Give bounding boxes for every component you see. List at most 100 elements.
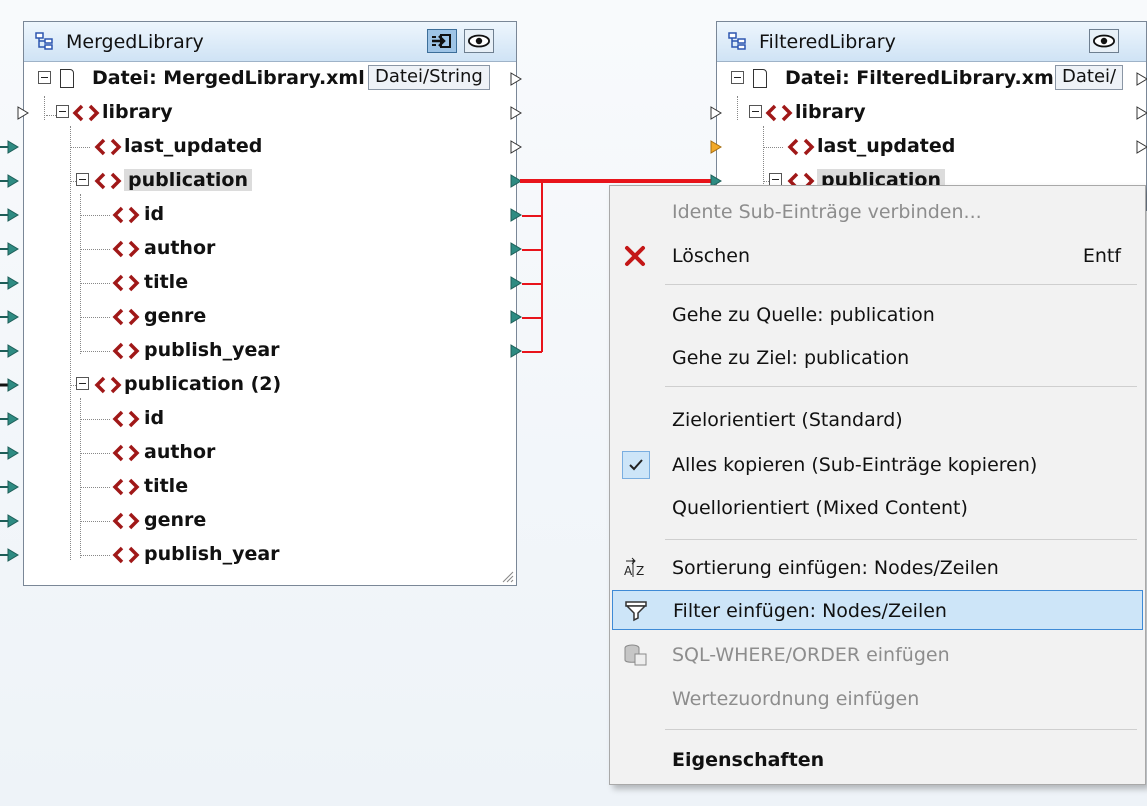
input-port-empty[interactable]	[17, 106, 29, 120]
menu-item-source-driven[interactable]: Quellorientiert (Mixed Content)	[612, 488, 1143, 528]
input-port[interactable]	[0, 412, 20, 426]
svg-text:Z: Z	[636, 564, 644, 578]
tree-line	[80, 283, 110, 284]
tree-line	[70, 147, 90, 148]
input-port[interactable]	[0, 242, 20, 256]
menu-separator	[665, 386, 1137, 387]
tree-node-id-2[interactable]: id	[24, 402, 516, 436]
tree-node-publish-year[interactable]: publish_year	[24, 334, 516, 368]
input-port[interactable]	[0, 446, 20, 460]
output-port-empty[interactable]	[1136, 72, 1147, 86]
input-port[interactable]	[0, 174, 20, 188]
input-port[interactable]	[0, 480, 20, 494]
tree-node-genre-2[interactable]: genre	[24, 504, 516, 538]
input-port-warning[interactable]	[710, 140, 722, 154]
node-label: library	[795, 101, 866, 123]
element-tag-icon	[72, 104, 100, 122]
tree-node-genre[interactable]: genre	[24, 300, 516, 334]
collapse-icon[interactable]	[76, 377, 89, 390]
tree-node-publication-2[interactable]: publication (2)	[24, 368, 516, 402]
input-processing-button[interactable]	[427, 29, 457, 53]
file-string-button[interactable]: Datei/String	[368, 65, 490, 90]
element-tag-icon	[94, 138, 122, 156]
input-port[interactable]	[0, 310, 20, 324]
file-string-button[interactable]: Datei/	[1055, 65, 1124, 90]
input-port[interactable]	[0, 208, 20, 222]
connection-context-menu[interactable]: Idente Sub-Einträge verbinden... Löschen…	[609, 185, 1146, 785]
input-port[interactable]	[0, 548, 20, 562]
collapse-icon[interactable]	[749, 105, 762, 118]
menu-item-properties[interactable]: Eigenschaften	[612, 740, 1143, 780]
preview-eye-button[interactable]	[464, 29, 494, 53]
element-tag-icon	[112, 546, 140, 564]
element-tag-icon	[112, 274, 140, 292]
component-title-bar[interactable]: MergedLibrary	[24, 22, 516, 62]
menu-item-label: Löschen	[672, 245, 750, 267]
collapse-icon[interactable]	[38, 71, 51, 84]
svg-text:A: A	[624, 564, 633, 578]
preview-eye-button[interactable]	[1089, 29, 1119, 53]
tree-node-library[interactable]: library	[717, 96, 1146, 130]
target-component-filteredlibrary[interactable]: FilteredLibrary Datei: FilteredLibrary.x…	[716, 21, 1147, 211]
source-component-mergedlibrary[interactable]: MergedLibrary Datei: MergedLibrary.xml D…	[23, 21, 517, 586]
output-port-empty[interactable]	[510, 140, 522, 154]
tree-node-title-2[interactable]: title	[24, 470, 516, 504]
input-port[interactable]	[0, 514, 20, 528]
output-port-empty[interactable]	[1136, 106, 1147, 120]
menu-item-label: Filter einfügen: Nodes/Zeilen	[673, 600, 947, 622]
tree-node-title[interactable]: title	[24, 266, 516, 300]
menu-item-label: SQL-WHERE/ORDER einfügen	[672, 644, 950, 666]
menu-item-label: Idente Sub-Einträge verbinden...	[672, 201, 982, 223]
tree-line	[80, 215, 110, 216]
tree-node-author[interactable]: author	[24, 232, 516, 266]
node-label: genre	[144, 305, 207, 327]
input-port[interactable]	[0, 344, 20, 358]
tree-line	[80, 249, 110, 250]
tree-node-publish-year-2[interactable]: publish_year	[24, 538, 516, 572]
element-tag-icon	[112, 240, 140, 258]
menu-item-label: Gehe zu Ziel: publication	[672, 347, 910, 369]
input-port[interactable]	[0, 140, 20, 154]
tree-node-publication[interactable]: publication	[24, 164, 516, 198]
tree-node-last-updated[interactable]: last_updated	[717, 130, 1146, 164]
resize-grip-icon[interactable]	[500, 569, 514, 583]
menu-item-go-to-source[interactable]: Gehe zu Quelle: publication	[612, 295, 1143, 335]
output-port-empty[interactable]	[510, 72, 522, 86]
menu-item-insert-value-map: Wertezuordnung einfügen	[612, 679, 1143, 719]
tree-line	[80, 521, 110, 522]
menu-item-copy-all[interactable]: Alles kopieren (Sub-Einträge kopieren)	[612, 445, 1143, 485]
file-row: Datei: FilteredLibrary.xml Datei/	[717, 62, 1146, 96]
element-tag-icon	[94, 172, 122, 190]
tree-node-last-updated[interactable]: last_updated	[24, 130, 516, 164]
collapse-icon[interactable]	[731, 71, 744, 84]
component-title-bar[interactable]: FilteredLibrary	[717, 22, 1146, 62]
tree-line	[80, 419, 110, 420]
tree-node-library[interactable]: library	[24, 96, 516, 130]
menu-item-insert-filter[interactable]: Filter einfügen: Nodes/Zeilen	[612, 590, 1143, 630]
output-port-empty[interactable]	[1136, 140, 1147, 154]
element-tag-icon	[94, 376, 122, 394]
input-port[interactable]	[0, 378, 20, 392]
collapse-icon[interactable]	[76, 173, 89, 186]
sort-az-icon: A Z	[624, 557, 644, 578]
output-port-empty[interactable]	[510, 106, 522, 120]
tree-node-author-2[interactable]: author	[24, 436, 516, 470]
tree-node-id[interactable]: id	[24, 198, 516, 232]
menu-item-insert-sort[interactable]: A Z Sortierung einfügen: Nodes/Zeilen	[612, 548, 1143, 588]
sql-where-icon	[624, 644, 647, 666]
menu-item-delete[interactable]: Löschen Entf	[612, 236, 1143, 276]
collapse-icon[interactable]	[56, 105, 69, 118]
menu-item-go-to-target[interactable]: Gehe zu Ziel: publication	[612, 338, 1143, 378]
menu-item-target-driven[interactable]: Zielorientiert (Standard)	[612, 400, 1143, 440]
element-tag-icon	[112, 444, 140, 462]
component-title: MergedLibrary	[66, 31, 204, 53]
element-tag-icon	[112, 342, 140, 360]
menu-item-shortcut: Entf	[1082, 245, 1121, 267]
input-port-empty[interactable]	[710, 106, 722, 120]
file-label: Datei: FilteredLibrary.xml	[785, 67, 1061, 89]
input-port[interactable]	[0, 276, 20, 290]
node-label: library	[102, 101, 173, 123]
element-tag-icon	[112, 478, 140, 496]
tree-line	[46, 115, 56, 116]
menu-item-label: Zielorientiert (Standard)	[672, 409, 903, 431]
